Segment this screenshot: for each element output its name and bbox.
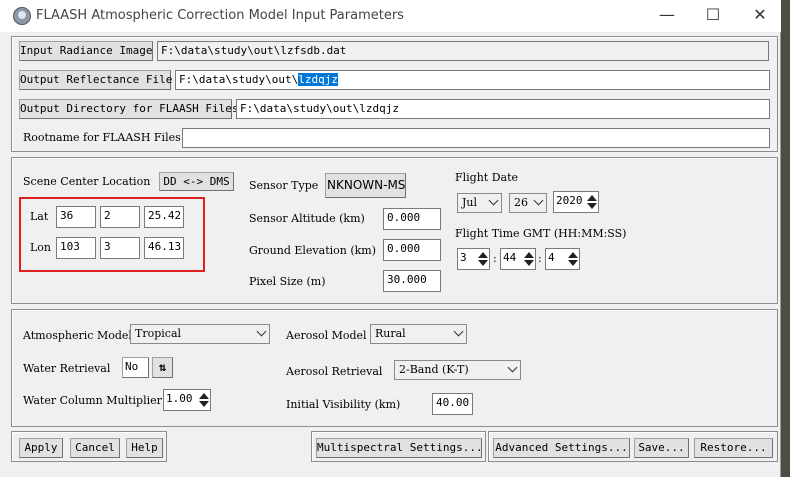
- pixel-size-field[interactable]: 30.000: [383, 270, 441, 292]
- spin-arrows-icon[interactable]: [567, 250, 578, 268]
- ground-elevation-field[interactable]: 0.000: [383, 239, 441, 261]
- aerosol-retrieval-select[interactable]: 2-Band (K-T): [394, 360, 521, 380]
- water-column-value: 1.00: [166, 392, 193, 405]
- flight-hour-stepper[interactable]: 3: [457, 248, 490, 270]
- spin-arrows-icon[interactable]: [586, 193, 597, 211]
- flight-hour-value: 3: [460, 251, 467, 264]
- lat-seconds-field[interactable]: 25.42: [144, 206, 184, 228]
- input-radiance-field: F:\data\study\out\lzfsdb.dat: [157, 41, 769, 61]
- aerosol-retrieval-label: Aerosol Retrieval: [286, 365, 383, 378]
- aerosol-retrieval-value: 2-Band (K-T): [399, 363, 469, 376]
- flight-second-value: 4: [548, 251, 555, 264]
- rootname-field[interactable]: [182, 128, 770, 148]
- lon-label: Lon: [30, 241, 52, 254]
- time-separator: :: [538, 252, 542, 265]
- atmospheric-model-label: Atmospheric Model: [23, 329, 132, 342]
- dd-dms-button[interactable]: DD <-> DMS: [159, 172, 234, 191]
- rootname-label: Rootname for FLAASH Files: [23, 131, 181, 144]
- chevron-down-icon: [533, 195, 544, 206]
- atmospheric-model-value: Tropical: [135, 327, 182, 340]
- output-directory-field[interactable]: F:\data\study\out\lzdqjz: [236, 99, 770, 119]
- sensor-altitude-field[interactable]: 0.000: [383, 208, 441, 230]
- close-icon[interactable]: ✕: [750, 5, 770, 24]
- flight-day-select[interactable]: 26: [509, 193, 547, 213]
- aerosol-model-value: Rural: [375, 327, 406, 340]
- save-button[interactable]: Save...: [634, 438, 689, 458]
- chevron-down-icon: [453, 326, 464, 337]
- flight-year-stepper[interactable]: 2020: [553, 191, 599, 213]
- lon-minutes-field[interactable]: 3: [100, 237, 140, 259]
- flight-month-value: Jul: [462, 196, 478, 209]
- output-reflectance-prefix: F:\data\study\out\: [179, 73, 299, 86]
- output-reflectance-selection: lzdqjz: [298, 73, 338, 86]
- lat-degrees-field[interactable]: 36: [56, 206, 96, 228]
- output-reflectance-field[interactable]: F:\data\study\out\lzdqjz: [175, 70, 770, 90]
- minimize-icon[interactable]: —: [657, 5, 677, 24]
- output-directory-button[interactable]: Output Directory for FLAASH Files: [19, 99, 239, 119]
- sensor-altitude-label: Sensor Altitude (km): [249, 212, 365, 225]
- lat-minutes-field[interactable]: 2: [100, 206, 140, 228]
- lon-degrees-field[interactable]: 103: [56, 237, 96, 259]
- app-icon: [13, 7, 31, 25]
- atmospheric-model-select[interactable]: Tropical: [130, 324, 270, 344]
- help-button[interactable]: Help: [126, 438, 163, 458]
- sensor-type-button[interactable]: NKNOWN-MS: [325, 173, 406, 198]
- flight-date-label: Flight Date: [455, 171, 519, 184]
- flight-minute-stepper[interactable]: 44: [500, 248, 536, 270]
- chevron-down-icon: [507, 362, 518, 373]
- flight-time-label: Flight Time GMT (HH:MM:SS): [455, 227, 627, 240]
- lat-label: Lat: [30, 210, 49, 223]
- apply-button[interactable]: Apply: [19, 438, 63, 458]
- input-radiance-button[interactable]: Input Radiance Image: [19, 41, 153, 61]
- aerosol-model-label: Aerosol Model: [286, 329, 367, 342]
- toggle-arrows-icon[interactable]: ⇅: [152, 357, 173, 378]
- output-reflectance-button[interactable]: Output Reflectance File: [19, 70, 172, 90]
- spin-arrows-icon[interactable]: [477, 250, 488, 268]
- multispectral-settings-button[interactable]: Multispectral Settings...: [316, 438, 483, 458]
- pixel-size-label: Pixel Size (m): [249, 275, 326, 288]
- water-retrieval-label: Water Retrieval: [23, 362, 111, 375]
- initial-visibility-label: Initial Visibility (km): [286, 398, 401, 411]
- water-column-label: Water Column Multiplier: [23, 394, 162, 407]
- sensor-type-label: Sensor Type: [249, 179, 319, 192]
- flight-year-value: 2020: [556, 194, 583, 207]
- initial-visibility-field[interactable]: 40.00: [432, 393, 473, 415]
- spin-arrows-icon[interactable]: [198, 391, 209, 409]
- flight-minute-value: 44: [503, 251, 517, 264]
- advanced-settings-button[interactable]: Advanced Settings...: [493, 438, 630, 458]
- flight-second-stepper[interactable]: 4: [545, 248, 580, 270]
- spin-arrows-icon[interactable]: [523, 250, 534, 268]
- water-retrieval-value: No: [122, 357, 149, 378]
- lon-seconds-field[interactable]: 46.13: [144, 237, 184, 259]
- scene-center-label: Scene Center Location: [23, 175, 151, 188]
- flight-day-value: 26: [514, 196, 528, 209]
- maximize-icon[interactable]: ☐: [703, 5, 723, 24]
- water-column-stepper[interactable]: 1.00: [163, 389, 211, 411]
- chevron-down-icon: [488, 195, 499, 206]
- cancel-button[interactable]: Cancel: [70, 438, 120, 458]
- time-separator: :: [493, 252, 497, 265]
- chevron-down-icon: [256, 326, 267, 337]
- ground-elevation-label: Ground Elevation (km): [249, 244, 377, 257]
- aerosol-model-select[interactable]: Rural: [370, 324, 467, 344]
- window-title: FLAASH Atmospheric Correction Model Inpu…: [36, 8, 404, 23]
- restore-button[interactable]: Restore...: [694, 438, 773, 458]
- flight-month-select[interactable]: Jul: [457, 193, 502, 213]
